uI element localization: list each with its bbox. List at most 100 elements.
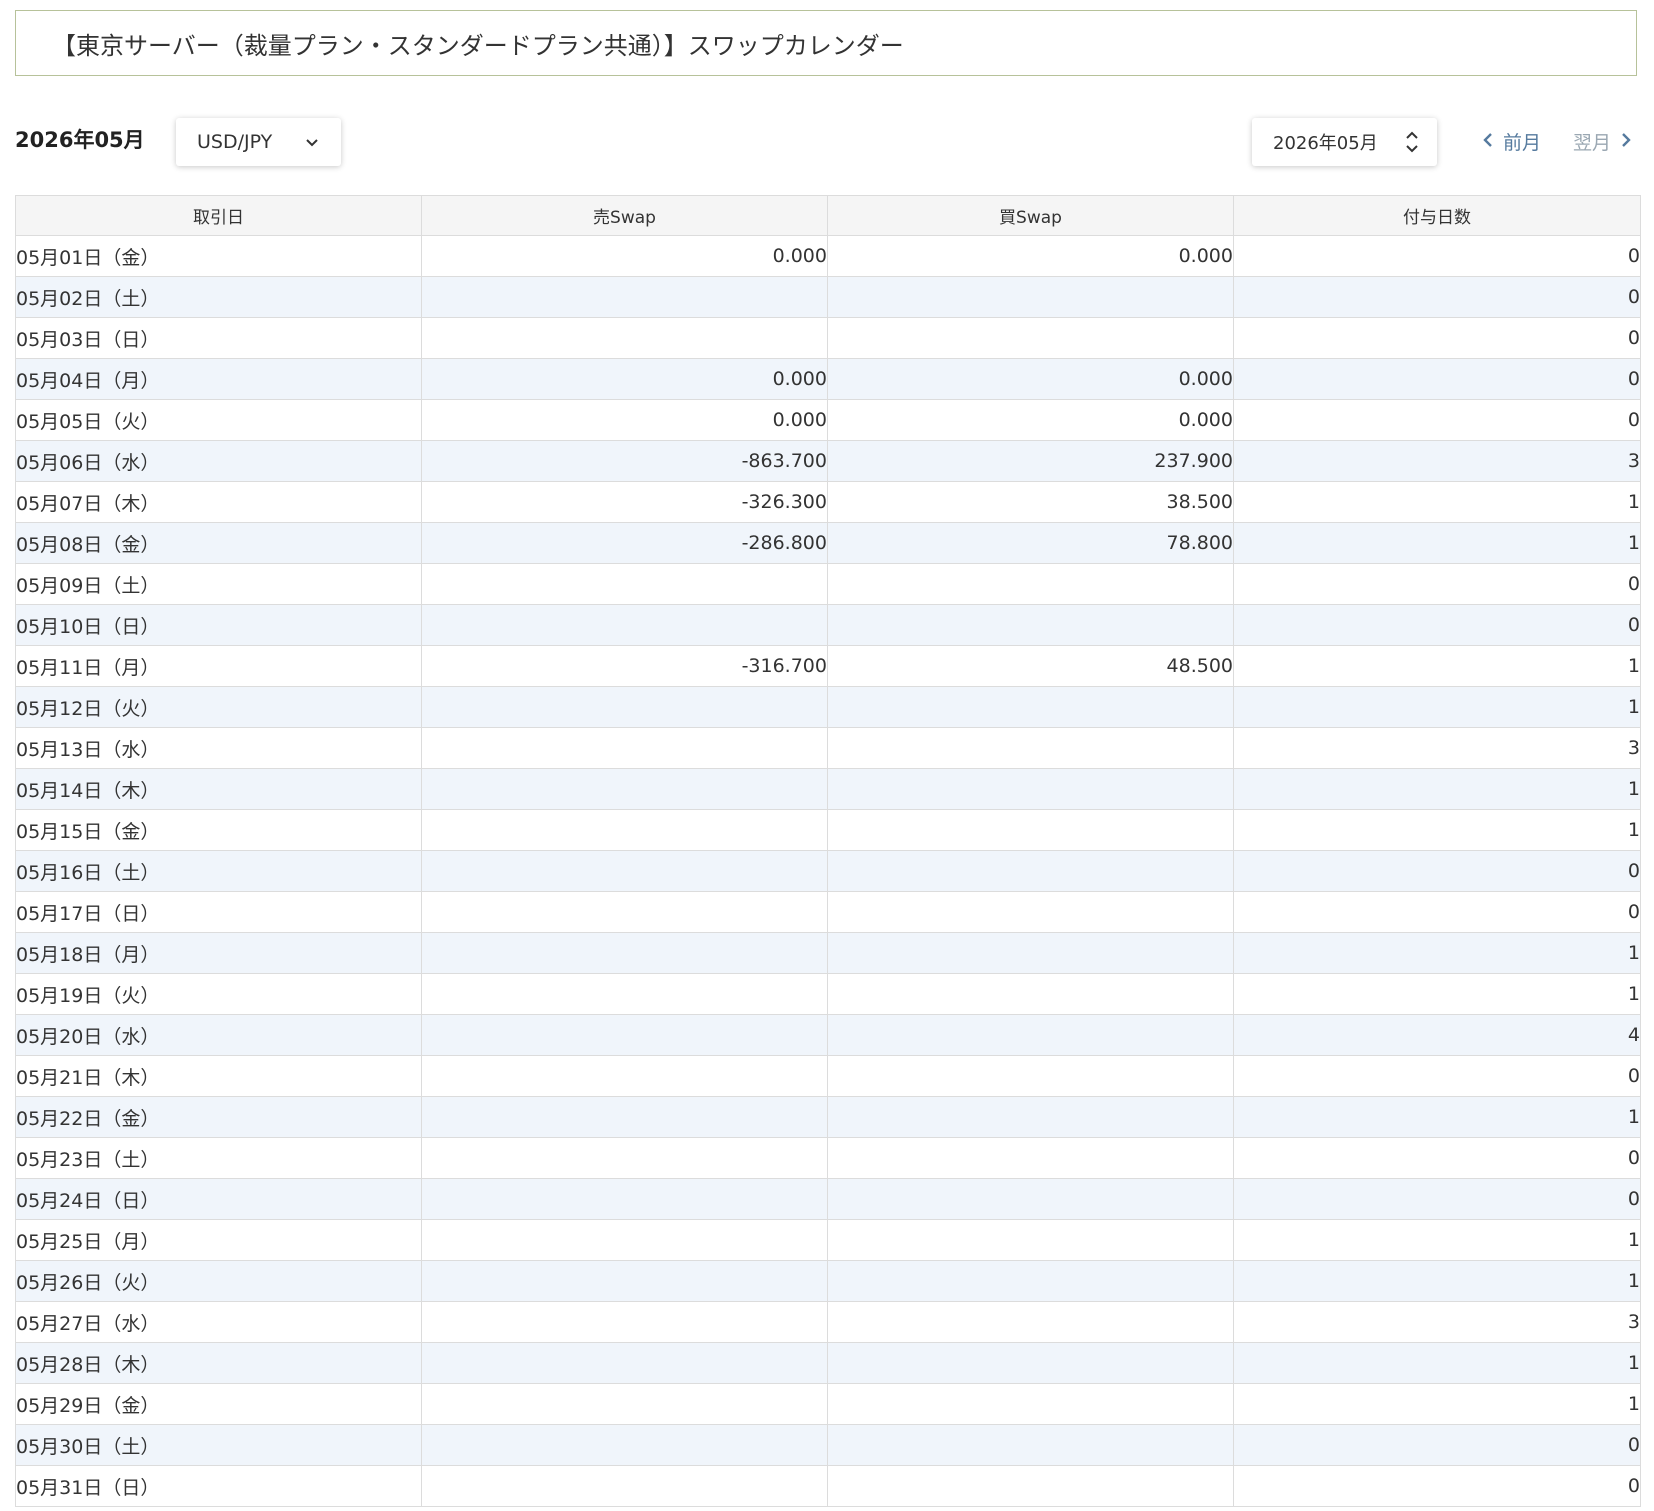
month-select[interactable]: 2026年05月: [1252, 118, 1437, 166]
trade-date-cell: 05月02日（土）: [15, 276, 422, 318]
currency-pair-select[interactable]: USD/JPY: [176, 118, 341, 166]
granted-days-cell: 0: [1233, 850, 1641, 892]
granted-days-cell: 1: [1233, 522, 1641, 564]
table-row: 05月01日（金） 0.000 0.000 0: [15, 235, 1641, 277]
sell-swap-cell: [421, 1465, 828, 1507]
sell-swap-cell: [421, 932, 828, 974]
sell-swap-cell: [421, 768, 828, 810]
trade-date-cell: 05月26日（火）: [15, 1260, 422, 1302]
table-row: 05月14日（木） 1: [15, 768, 1641, 810]
buy-swap-cell: [827, 1383, 1234, 1425]
sell-swap-cell: [421, 276, 828, 318]
next-month-label: 翌月: [1573, 132, 1612, 154]
trade-date-cell: 05月07日（木）: [15, 481, 422, 523]
column-header-trade-date: 取引日: [15, 195, 422, 236]
buy-swap-cell: [827, 276, 1234, 318]
granted-days-cell: 1: [1233, 809, 1641, 851]
page-title-box: 【東京サーバー（裁量プラン・スタンダードプラン共通）】スワップカレンダー: [15, 10, 1637, 76]
granted-days-cell: 0: [1233, 235, 1641, 277]
sell-swap-cell: [421, 1342, 828, 1384]
buy-swap-cell: [827, 1342, 1234, 1384]
granted-days-cell: 3: [1233, 1301, 1641, 1343]
table-row: 05月08日（金） -286.800 78.800 1: [15, 522, 1641, 564]
table-row: 05月05日（火） 0.000 0.000 0: [15, 399, 1641, 441]
sell-swap-cell: [421, 686, 828, 728]
table-row: 05月11日（月） -316.700 48.500 1: [15, 645, 1641, 687]
month-select-value: 2026年05月: [1273, 133, 1378, 154]
buy-swap-cell: [827, 1424, 1234, 1466]
trade-date-cell: 05月21日（木）: [15, 1055, 422, 1097]
granted-days-cell: 0: [1233, 1178, 1641, 1220]
table-row: 05月26日（火） 1: [15, 1260, 1641, 1302]
trade-date-cell: 05月24日（日）: [15, 1178, 422, 1220]
trade-date-cell: 05月23日（土）: [15, 1137, 422, 1179]
sell-swap-cell: [421, 1096, 828, 1138]
buy-swap-cell: [827, 1465, 1234, 1507]
buy-swap-cell: [827, 604, 1234, 646]
sell-swap-cell: [421, 1301, 828, 1343]
chevron-right-icon: [1621, 131, 1631, 153]
trade-date-cell: 05月29日（金）: [15, 1383, 422, 1425]
granted-days-cell: 1: [1233, 481, 1641, 523]
table-row: 05月15日（金） 1: [15, 809, 1641, 851]
column-header-granted-days: 付与日数: [1233, 195, 1641, 236]
buy-swap-cell: 0.000: [827, 358, 1234, 400]
table-row: 05月25日（月） 1: [15, 1219, 1641, 1261]
table-row: 05月06日（水） -863.700 237.900 3: [15, 440, 1641, 482]
granted-days-cell: 1: [1233, 1219, 1641, 1261]
table-row: 05月20日（水） 4: [15, 1014, 1641, 1056]
granted-days-cell: 1: [1233, 1383, 1641, 1425]
trade-date-cell: 05月15日（金）: [15, 809, 422, 851]
trade-date-cell: 05月17日（日）: [15, 891, 422, 933]
trade-date-cell: 05月05日（火）: [15, 399, 422, 441]
page-title: 【東京サーバー（裁量プラン・スタンダードプラン共通）】スワップカレンダー: [52, 31, 904, 60]
trade-date-cell: 05月30日（土）: [15, 1424, 422, 1466]
trade-date-cell: 05月03日（日）: [15, 317, 422, 359]
trade-date-cell: 05月10日（日）: [15, 604, 422, 646]
granted-days-cell: 3: [1233, 727, 1641, 769]
sell-swap-cell: [421, 1383, 828, 1425]
table-row: 05月27日（水） 3: [15, 1301, 1641, 1343]
table-row: 05月17日（日） 0: [15, 891, 1641, 933]
granted-days-cell: 0: [1233, 1055, 1641, 1097]
buy-swap-cell: [827, 1137, 1234, 1179]
buy-swap-cell: [827, 1178, 1234, 1220]
prev-month-link[interactable]: 前月: [1483, 128, 1541, 155]
sell-swap-cell: [421, 1219, 828, 1261]
sell-swap-cell: [421, 850, 828, 892]
next-month-link[interactable]: 翌月: [1573, 128, 1631, 155]
prev-month-label: 前月: [1503, 132, 1542, 154]
buy-swap-cell: [827, 563, 1234, 605]
column-header-sell-swap: 売Swap: [421, 195, 828, 236]
trade-date-cell: 05月28日（木）: [15, 1342, 422, 1384]
current-month-heading: 2026年05月: [15, 128, 145, 152]
trade-date-cell: 05月25日（月）: [15, 1219, 422, 1261]
table-row: 05月29日（金） 1: [15, 1383, 1641, 1425]
granted-days-cell: 0: [1233, 604, 1641, 646]
sell-swap-cell: 0.000: [421, 235, 828, 277]
granted-days-cell: 0: [1233, 563, 1641, 605]
buy-swap-cell: [827, 809, 1234, 851]
swap-calendar-table: 取引日 売Swap 買Swap 付与日数 05月01日（金） 0.000 0.000…: [15, 195, 1641, 1507]
sell-swap-cell: [421, 604, 828, 646]
buy-swap-cell: [827, 317, 1234, 359]
table-row: 05月09日（土） 0: [15, 563, 1641, 605]
buy-swap-cell: [827, 932, 1234, 974]
trade-date-cell: 05月14日（木）: [15, 768, 422, 810]
granted-days-cell: 0: [1233, 891, 1641, 933]
sell-swap-cell: 0.000: [421, 358, 828, 400]
table-body: 05月01日（金） 0.000 0.000 0 05月02日（土） 0 05月03日（日） 0…: [15, 235, 1641, 1507]
granted-days-cell: 0: [1233, 1465, 1641, 1507]
table-row: 05月12日（火） 1: [15, 686, 1641, 728]
trade-date-cell: 05月22日（金）: [15, 1096, 422, 1138]
sell-swap-cell: [421, 809, 828, 851]
buy-swap-cell: 0.000: [827, 235, 1234, 277]
table-row: 05月13日（水） 3: [15, 727, 1641, 769]
table-row: 05月19日（火） 1: [15, 973, 1641, 1015]
trade-date-cell: 05月31日（日）: [15, 1465, 422, 1507]
granted-days-cell: 3: [1233, 440, 1641, 482]
granted-days-cell: 1: [1233, 686, 1641, 728]
trade-date-cell: 05月20日（水）: [15, 1014, 422, 1056]
trade-date-cell: 05月01日（金）: [15, 235, 422, 277]
table-row: 05月07日（木） -326.300 38.500 1: [15, 481, 1641, 523]
